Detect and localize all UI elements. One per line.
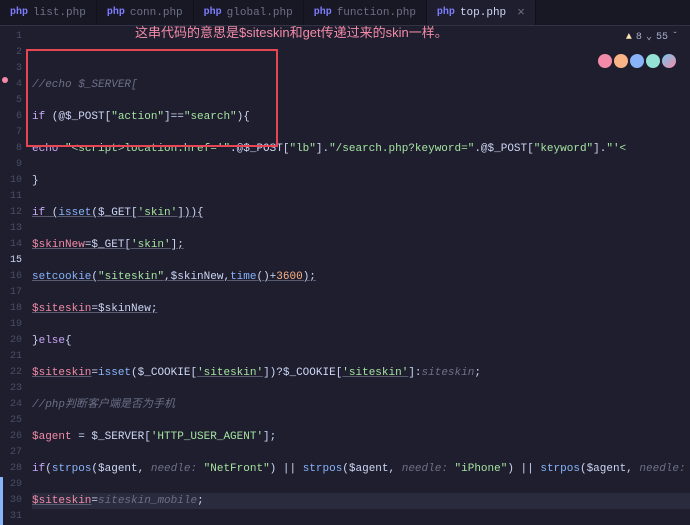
close-icon[interactable]: ×: [517, 5, 525, 20]
avatar[interactable]: [598, 54, 612, 68]
php-icon: php: [314, 7, 332, 18]
avatar[interactable]: [646, 54, 660, 68]
vcs-marker: [0, 509, 3, 525]
annotation-text: 这串代码的意思是$siteskin和get传递过来的skin一样。: [135, 22, 448, 41]
presence-avatars: [598, 54, 676, 68]
php-icon: php: [437, 7, 455, 18]
php-icon: php: [10, 7, 28, 18]
tab-list[interactable]: phplist.php: [0, 0, 97, 25]
avatar[interactable]: [630, 54, 644, 68]
avatar[interactable]: [662, 54, 676, 68]
code-area[interactable]: //echo $_SERVER[ if (@$_POST["action"]==…: [28, 26, 690, 525]
vcs-marker: [0, 493, 3, 509]
avatar[interactable]: [614, 54, 628, 68]
php-icon: php: [204, 7, 222, 18]
php-icon: php: [107, 7, 125, 18]
editor[interactable]: 1234567891011121314151617181920212223242…: [0, 26, 690, 525]
line-gutter: 1234567891011121314151617181920212223242…: [0, 26, 28, 525]
vcs-marker: [0, 477, 3, 493]
error-marker: [2, 77, 8, 83]
